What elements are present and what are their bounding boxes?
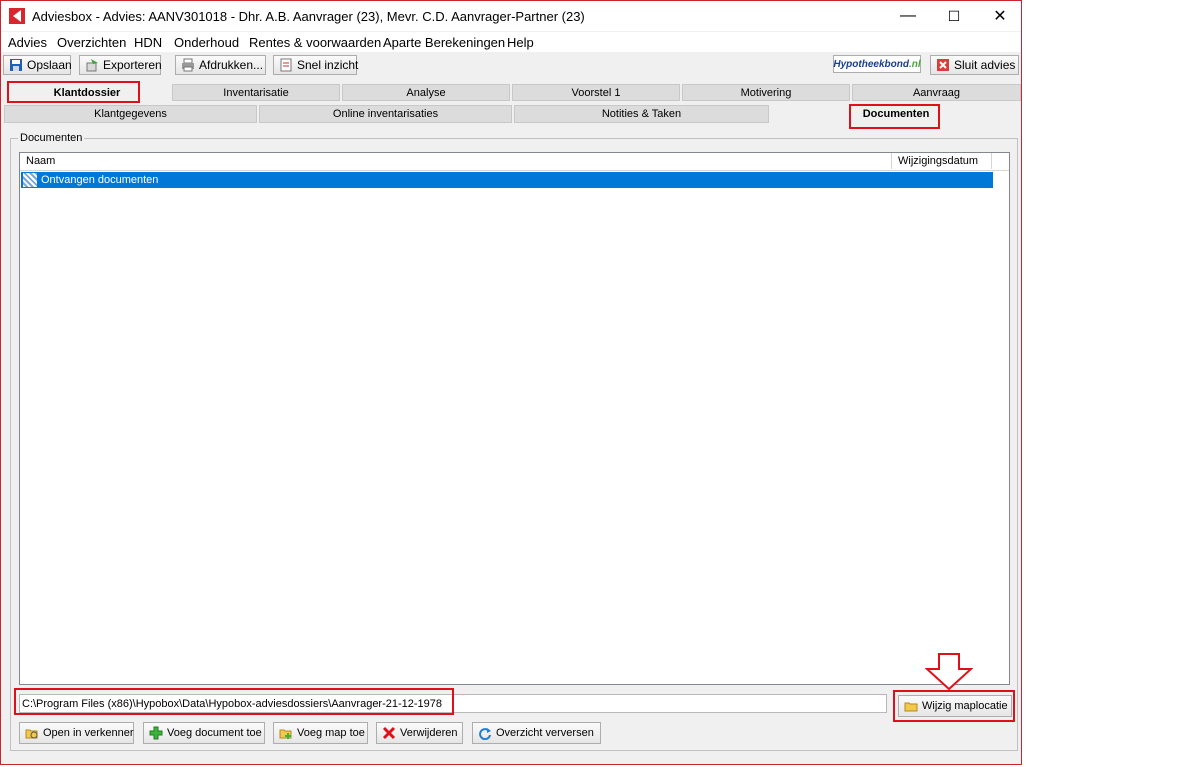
tab-klantdossier[interactable]: Klantdossier bbox=[4, 84, 170, 101]
save-button[interactable]: Opslaan bbox=[3, 55, 72, 75]
folder-icon bbox=[904, 699, 918, 713]
remove-button[interactable]: Verwijderen bbox=[376, 722, 463, 744]
main-tabs: Klantdossier Inventarisatie Analyse Voor… bbox=[1, 82, 1021, 103]
tab-inventarisatie[interactable]: Inventarisatie bbox=[172, 84, 340, 101]
column-wijzigingsdatum[interactable]: Wijzigingsdatum bbox=[892, 153, 992, 169]
list-item[interactable]: Ontvangen documenten bbox=[21, 172, 993, 188]
menu-aparte-berekeningen[interactable]: Aparte Berekeningen bbox=[383, 35, 505, 50]
folder-icon bbox=[23, 173, 37, 187]
floppy-disk-icon bbox=[9, 58, 23, 72]
snel-inzicht-button[interactable]: Snel inzicht bbox=[273, 55, 358, 75]
close-window-button[interactable]: ✕ bbox=[977, 1, 1023, 31]
add-document-button[interactable]: Voeg document toe bbox=[143, 722, 265, 744]
arrow-down-icon bbox=[925, 653, 973, 691]
menu-hdn[interactable]: HDN bbox=[134, 35, 162, 50]
tab-klantgegevens[interactable]: Klantgegevens bbox=[4, 105, 257, 123]
print-button[interactable]: Afdrukken... bbox=[175, 55, 266, 75]
printer-icon bbox=[181, 58, 195, 72]
plus-icon bbox=[149, 726, 163, 740]
add-folder-button[interactable]: Voeg map toe bbox=[273, 722, 368, 744]
adviesbox-logo-icon bbox=[9, 8, 25, 24]
minimize-button[interactable]: — bbox=[885, 1, 931, 31]
tab-analyse[interactable]: Analyse bbox=[342, 84, 510, 101]
refresh-icon bbox=[478, 726, 492, 741]
folder-path-field[interactable]: C:\Program Files (x86)\Hypobox\Data\Hypo… bbox=[19, 694, 887, 713]
add-folder-icon bbox=[279, 726, 293, 740]
list-header: Naam Wijzigingsdatum bbox=[20, 153, 1009, 171]
change-location-button[interactable]: Wijzig maplocatie bbox=[898, 695, 1012, 717]
column-naam[interactable]: Naam bbox=[20, 153, 892, 169]
open-in-explorer-button[interactable]: Open in verkenner bbox=[19, 722, 134, 744]
window-title: Adviesbox - Advies: AANV301018 - Dhr. A.… bbox=[32, 9, 585, 24]
close-red-icon bbox=[936, 58, 950, 72]
menu-onderhoud[interactable]: Onderhoud bbox=[174, 35, 239, 50]
export-button[interactable]: Exporteren bbox=[79, 55, 162, 75]
tab-aanvraag[interactable]: Aanvraag bbox=[852, 84, 1021, 101]
document-icon bbox=[279, 58, 293, 72]
tab-documenten[interactable]: Documenten bbox=[771, 105, 1021, 123]
export-icon bbox=[85, 58, 99, 72]
refresh-button[interactable]: Overzicht verversen bbox=[472, 722, 601, 744]
menu-rentes[interactable]: Rentes & voorwaarden bbox=[249, 35, 381, 50]
hypotheekbond-logo[interactable]: Hypotheekbond .nl bbox=[833, 55, 921, 73]
menu-advies[interactable]: Advies bbox=[8, 35, 47, 50]
sub-tabs: Klantgegevens Online inventarisaties Not… bbox=[1, 104, 1021, 126]
open-folder-icon bbox=[25, 726, 39, 740]
menu-overzichten[interactable]: Overzichten bbox=[57, 35, 126, 50]
title-bar[interactable]: Adviesbox - Advies: AANV301018 - Dhr. A.… bbox=[1, 1, 1021, 31]
close-advice-button[interactable]: Sluit advies bbox=[930, 55, 1019, 75]
delete-icon bbox=[382, 726, 396, 740]
tab-voorstel-1[interactable]: Voorstel 1 bbox=[512, 84, 680, 101]
tab-online-inventarisaties[interactable]: Online inventarisaties bbox=[259, 105, 512, 123]
documents-list[interactable]: Naam Wijzigingsdatum Ontvangen documente… bbox=[19, 152, 1010, 685]
menu-bar: Advies Overzichten HDN Onderhoud Rentes … bbox=[1, 32, 1021, 52]
menu-help[interactable]: Help bbox=[507, 35, 534, 50]
app-window: Adviesbox - Advies: AANV301018 - Dhr. A.… bbox=[0, 0, 1022, 765]
documents-group-label: Documenten bbox=[18, 132, 85, 144]
tab-notities-taken[interactable]: Notities & Taken bbox=[514, 105, 769, 123]
tab-motivering[interactable]: Motivering bbox=[682, 84, 850, 101]
maximize-button[interactable]: ☐ bbox=[931, 1, 977, 31]
